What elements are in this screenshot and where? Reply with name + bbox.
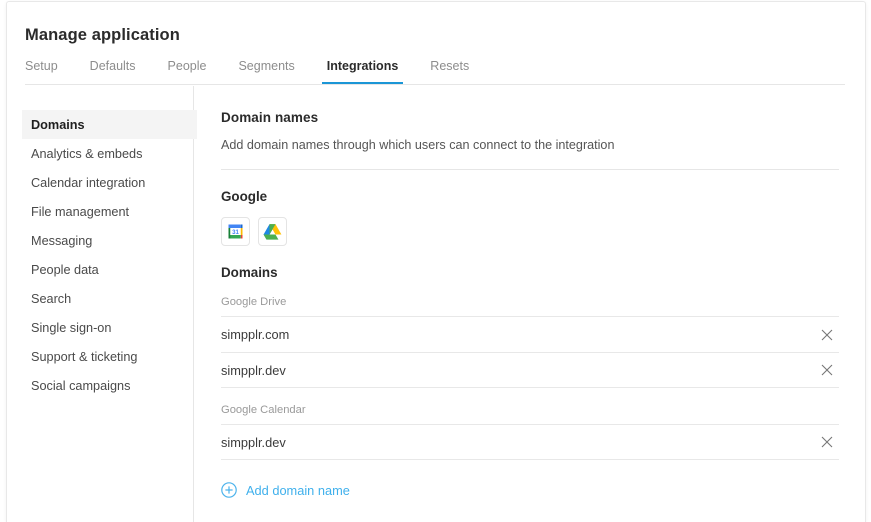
close-icon[interactable] [817, 325, 837, 345]
sidebar-item-label: Analytics & embeds [31, 146, 143, 161]
google-calendar-icon: 31 [225, 221, 246, 242]
tab-bar: Setup Defaults People Segments Integrati… [25, 59, 845, 85]
domain-row: simpplr.dev [221, 352, 839, 388]
sidebar-item-people-data[interactable]: People data [22, 255, 197, 284]
domain-group-label: Google Calendar [221, 404, 306, 416]
sidebar-item-label: Search [31, 291, 72, 306]
tab-segments[interactable]: Segments [238, 59, 294, 83]
sidebar-item-single-sign-on[interactable]: Single sign-on [22, 313, 197, 342]
tab-resets[interactable]: Resets [430, 59, 469, 83]
sidebar-item-calendar-integration[interactable]: Calendar integration [22, 168, 197, 197]
domains-panel: Domain names Add domain names through wh… [194, 86, 865, 522]
tab-integrations[interactable]: Integrations [321, 59, 403, 84]
section-description: Add domain names through which users can… [221, 138, 615, 152]
domain-group-label: Google Drive [221, 296, 287, 308]
sidebar-item-label: Domains [31, 117, 85, 132]
close-icon[interactable] [817, 432, 837, 452]
section-divider [221, 169, 839, 170]
tab-setup[interactable]: Setup [25, 59, 58, 83]
svg-text:31: 31 [232, 229, 239, 236]
sidebar-item-label: File management [31, 204, 130, 219]
settings-sidebar: Domains Analytics & embeds Calendar inte… [7, 86, 197, 522]
add-domain-name-button[interactable]: Add domain name [221, 482, 350, 498]
domains-title: Domains [221, 265, 278, 280]
sidebar-item-label: People data [31, 262, 99, 277]
sidebar-item-label: Calendar integration [31, 175, 146, 190]
domain-value[interactable]: simpplr.dev [221, 435, 286, 450]
sidebar-item-domains[interactable]: Domains [22, 110, 197, 139]
page-title: Manage application [25, 26, 180, 44]
tab-people[interactable]: People [168, 59, 207, 83]
sidebar-item-analytics-embeds[interactable]: Analytics & embeds [22, 139, 197, 168]
sidebar-item-label: Single sign-on [31, 320, 112, 335]
tab-defaults[interactable]: Defaults [90, 59, 136, 83]
google-drive-icon [262, 221, 283, 242]
domain-group-google-drive: Google Drive simpplr.com simpplr.dev [221, 296, 839, 388]
content-area: Domains Analytics & embeds Calendar inte… [7, 86, 865, 522]
sidebar-item-search[interactable]: Search [22, 284, 197, 313]
domain-group-google-calendar: Google Calendar simpplr.dev [221, 404, 839, 460]
manage-application-card: Manage application Setup Defaults People… [6, 1, 866, 522]
plus-circle-icon [221, 482, 237, 498]
provider-title: Google [221, 189, 268, 204]
sidebar-item-label: Social campaigns [31, 378, 131, 393]
domain-row: simpplr.dev [221, 424, 839, 460]
domain-value[interactable]: simpplr.dev [221, 363, 286, 378]
domain-row: simpplr.com [221, 316, 839, 352]
domain-value[interactable]: simpplr.com [221, 327, 289, 342]
sidebar-item-support-ticketing[interactable]: Support & ticketing [22, 342, 197, 371]
google-calendar-icon-tile[interactable]: 31 [221, 217, 250, 246]
integration-icon-row: 31 [221, 217, 839, 246]
sidebar-item-social-campaigns[interactable]: Social campaigns [22, 371, 197, 400]
section-title: Domain names [221, 110, 319, 125]
sidebar-item-label: Messaging [31, 233, 93, 248]
close-icon[interactable] [817, 360, 837, 380]
sidebar-item-messaging[interactable]: Messaging [22, 226, 197, 255]
sidebar-item-label: Support & ticketing [31, 349, 138, 364]
sidebar-item-file-management[interactable]: File management [22, 197, 197, 226]
add-domain-name-label: Add domain name [246, 482, 350, 498]
google-drive-icon-tile[interactable] [258, 217, 287, 246]
